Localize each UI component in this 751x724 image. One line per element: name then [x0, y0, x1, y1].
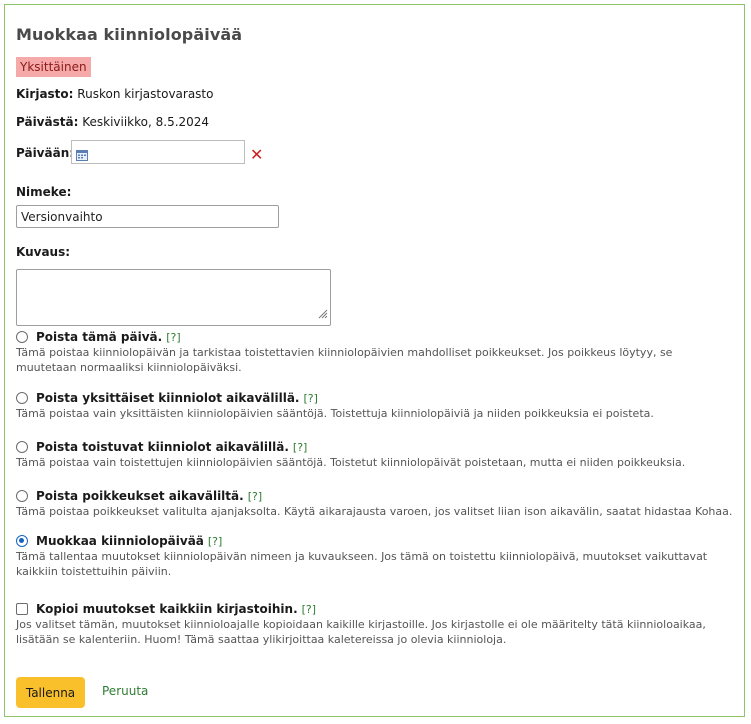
help-link[interactable]: [?] [166, 331, 180, 344]
description-textarea[interactable] [16, 269, 331, 326]
resize-grip-icon[interactable] [318, 304, 328, 323]
option-title[interactable]: Poista yksittäiset kiinniolot aikavälill… [36, 391, 299, 405]
from-date-value: Keskiviikko, 8.5.2024 [82, 115, 210, 129]
option-desc: Tämä poistaa poikkeukset valitulta ajanj… [16, 505, 733, 518]
cancel-link[interactable]: Peruuta [102, 684, 148, 698]
option-title[interactable]: Poista poikkeukset aikaväliltä. [36, 489, 244, 503]
help-link[interactable]: [?] [248, 490, 262, 503]
radio-delete-single-range[interactable] [16, 392, 28, 404]
option-delete-exceptions-range: Poista poikkeukset aikaväliltä. [?] Tämä… [16, 489, 736, 519]
from-date-label: Päivästä: [16, 115, 79, 129]
status-badge: Yksittäinen [16, 57, 91, 77]
from-date-row: Päivästä: Keskiviikko, 8.5.2024 [16, 115, 209, 129]
option-edit-holiday: Muokkaa kiinniolopäivää [?] Tämä tallent… [16, 534, 736, 579]
option-title[interactable]: Kopioi muutokset kaikkiin kirjastoihin. [36, 602, 298, 616]
edit-holiday-panel: Muokkaa kiinniolopäivää Yksittäinen Kirj… [4, 4, 745, 717]
option-copy-all-libraries: Kopioi muutokset kaikkiin kirjastoihin. … [16, 602, 736, 647]
radio-edit-holiday[interactable] [16, 535, 28, 547]
option-delete-day: Poista tämä päivä. [?] Tämä poistaa kiin… [16, 330, 736, 375]
option-desc: Tämä tallentaa muutokset kiinniolopäivän… [16, 550, 708, 578]
name-label: Nimeke: [16, 185, 72, 199]
to-date-label: Päivään: [16, 146, 75, 160]
library-row: Kirjasto: Ruskon kirjastovarasto [16, 87, 213, 101]
close-icon[interactable]: ✕ [250, 145, 263, 164]
help-link[interactable]: [?] [302, 603, 316, 616]
save-button[interactable]: Tallenna [16, 677, 85, 708]
option-desc: Tämä poistaa vain toistettujen kiinniolo… [16, 456, 686, 469]
option-title[interactable]: Muokkaa kiinniolopäivää [36, 534, 204, 548]
option-title[interactable]: Poista tämä päivä. [36, 330, 162, 344]
option-title[interactable]: Poista toistuvat kiinniolot aikavälillä. [36, 440, 289, 454]
radio-delete-repeating-range[interactable] [16, 441, 28, 453]
radio-delete-day[interactable] [16, 331, 28, 343]
radio-delete-exceptions-range[interactable] [16, 490, 28, 502]
description-label: Kuvaus: [16, 245, 71, 259]
option-desc: Jos valitset tämän, muutokset kiinnioloa… [16, 618, 706, 646]
calendar-icon[interactable] [76, 146, 88, 165]
to-date-input[interactable] [71, 140, 245, 164]
library-value: Ruskon kirjastovarasto [77, 87, 214, 101]
option-desc: Tämä poistaa kiinniolopäivän ja tarkista… [16, 346, 673, 374]
help-link[interactable]: [?] [208, 535, 222, 548]
option-delete-repeating-range: Poista toistuvat kiinniolot aikavälillä.… [16, 440, 736, 470]
help-link[interactable]: [?] [293, 441, 307, 454]
page-title: Muokkaa kiinniolopäivää [16, 25, 243, 44]
library-label: Kirjasto: [16, 87, 74, 101]
name-input[interactable] [16, 205, 279, 228]
option-desc: Tämä poistaa vain yksittäisten kiinniolo… [16, 407, 654, 420]
option-delete-single-range: Poista yksittäiset kiinniolot aikavälill… [16, 391, 736, 421]
copy-all-checkbox[interactable] [16, 603, 28, 615]
help-link[interactable]: [?] [303, 392, 317, 405]
